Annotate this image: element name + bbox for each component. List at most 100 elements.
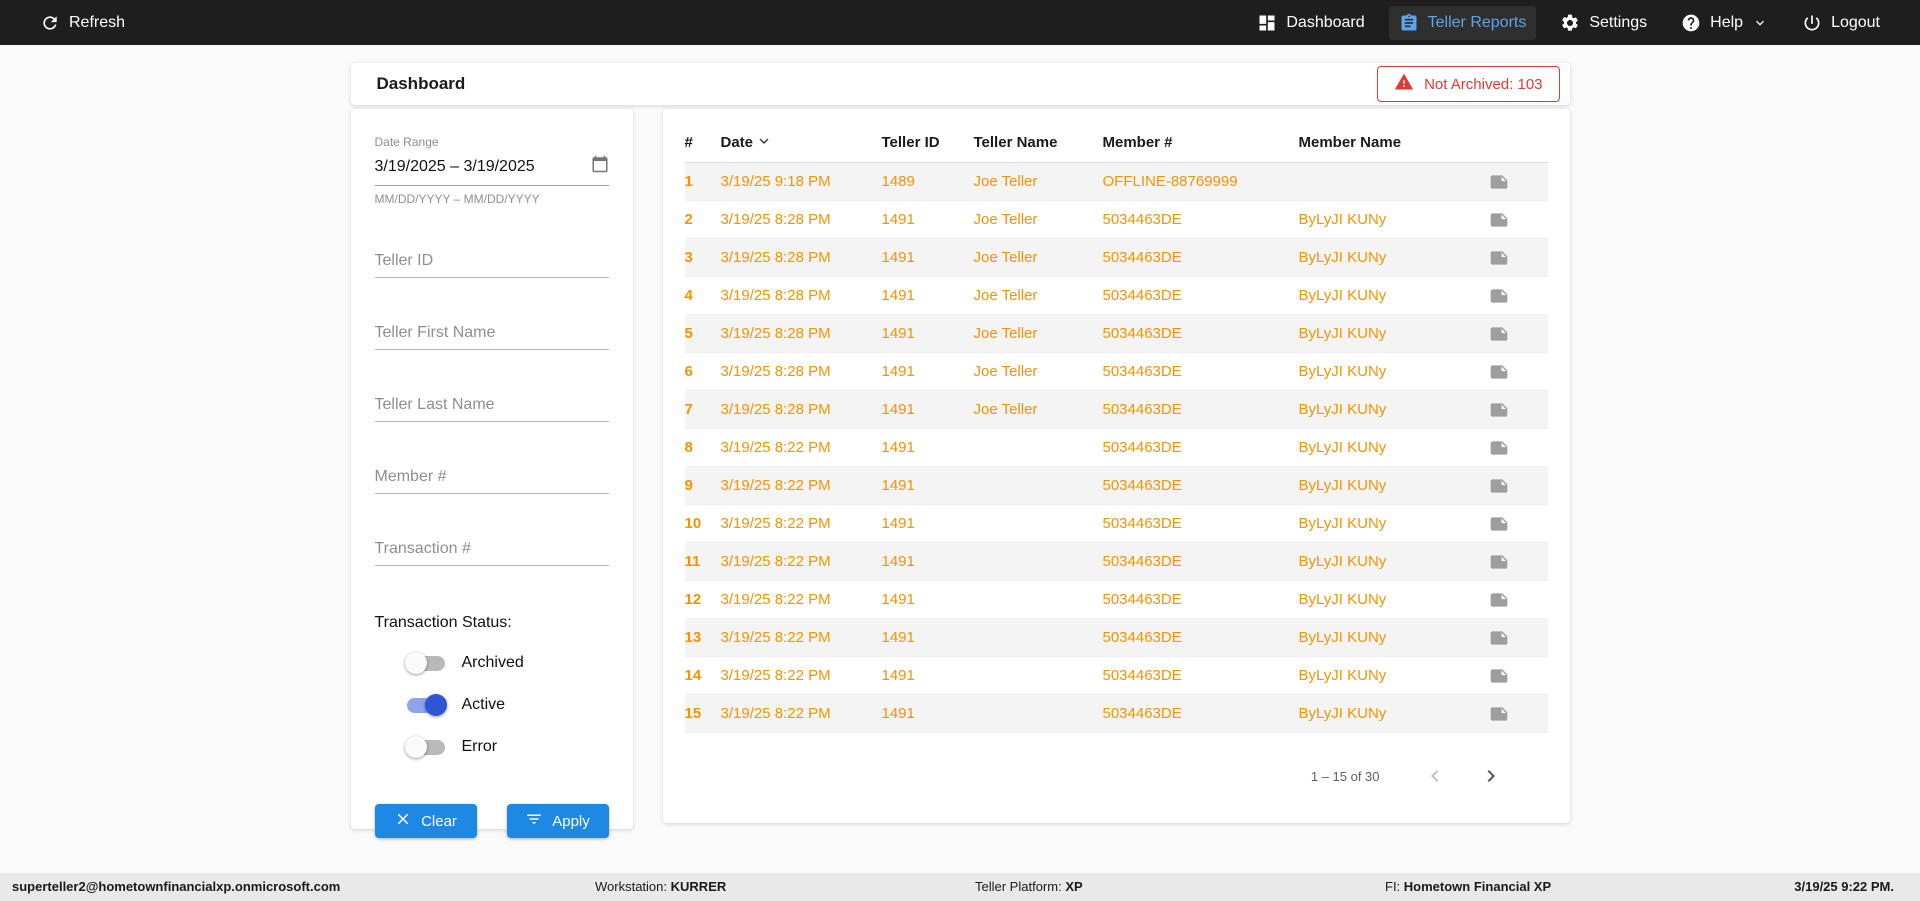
archived-toggle[interactable] xyxy=(404,652,447,674)
cell-member-number: 5034463DE xyxy=(1102,667,1182,684)
cell-date: 3/19/25 8:28 PM xyxy=(720,211,831,228)
cell-member-number: 5034463DE xyxy=(1102,553,1182,570)
note-icon[interactable] xyxy=(1489,400,1548,420)
cell-row-number: 9 xyxy=(684,477,693,494)
footer-platform-value: XP xyxy=(1065,879,1083,894)
cell-date: 3/19/25 8:22 PM xyxy=(720,591,831,608)
cell-row-number: 13 xyxy=(684,629,702,646)
warning-icon xyxy=(1394,72,1414,96)
note-icon[interactable] xyxy=(1489,324,1548,344)
help-icon xyxy=(1681,13,1701,33)
footer-workstation-value: KURRER xyxy=(670,879,727,894)
teller-id-input[interactable] xyxy=(374,248,609,278)
pagination: 1 – 15 of 30 xyxy=(685,763,1548,789)
note-icon[interactable] xyxy=(1489,248,1548,268)
cell-teller-id: 1491 xyxy=(881,591,915,608)
teller-last-name-input[interactable] xyxy=(374,392,609,422)
cell-date: 3/19/25 8:22 PM xyxy=(720,667,831,684)
table-header-row: # Date Teller ID Teller Name Member # Me… xyxy=(684,123,1548,163)
col-header-date-label: Date xyxy=(720,134,754,151)
cell-date: 3/19/25 9:18 PM xyxy=(720,173,831,190)
archived-toggle-label: Archived xyxy=(461,654,524,671)
table-row[interactable]: 15 3/19/25 8:22 PM 1491 5034463DE ByLyJI… xyxy=(684,695,1548,733)
previous-page-button[interactable] xyxy=(1422,763,1448,789)
table-row[interactable]: 6 3/19/25 8:28 PM 1491 Joe Teller 503446… xyxy=(684,353,1548,391)
cell-row-number: 12 xyxy=(684,591,702,608)
note-icon[interactable] xyxy=(1489,438,1548,458)
table-row[interactable]: 10 3/19/25 8:22 PM 1491 5034463DE ByLyJI… xyxy=(684,505,1548,543)
main-area: Dashboard Not Archived: 103 Date Range 3… xyxy=(0,45,1920,873)
note-icon[interactable] xyxy=(1489,514,1548,534)
refresh-button[interactable]: Refresh xyxy=(30,6,135,40)
nav-teller-reports[interactable]: Teller Reports xyxy=(1388,5,1537,40)
date-range-field[interactable]: 3/19/2025 – 3/19/2025 xyxy=(374,149,609,186)
cell-member-number: 5034463DE xyxy=(1102,401,1182,418)
cell-teller-name: Joe Teller xyxy=(973,211,1038,228)
apply-button[interactable]: Apply xyxy=(506,804,609,838)
member-number-input[interactable] xyxy=(374,464,609,494)
cell-date: 3/19/25 8:28 PM xyxy=(720,249,831,266)
nav-settings[interactable]: Settings xyxy=(1550,6,1657,40)
clear-button[interactable]: Clear xyxy=(374,804,477,838)
cell-member-name: ByLyJI KUNy xyxy=(1298,363,1387,380)
footer-fi-value: Hometown Financial XP xyxy=(1403,879,1552,894)
table-row[interactable]: 12 3/19/25 8:22 PM 1491 5034463DE ByLyJI… xyxy=(684,581,1548,619)
cell-row-number: 4 xyxy=(684,287,693,304)
note-icon[interactable] xyxy=(1489,362,1548,382)
col-header-member-num: Member # xyxy=(1102,134,1173,151)
nav-teller-reports-label: Teller Reports xyxy=(1427,13,1527,31)
table-row[interactable]: 4 3/19/25 8:28 PM 1491 Joe Teller 503446… xyxy=(684,277,1548,315)
cell-member-name: ByLyJI KUNy xyxy=(1298,553,1387,570)
table-row[interactable]: 1 3/19/25 9:18 PM 1489 Joe Teller OFFLIN… xyxy=(684,163,1548,201)
note-icon[interactable] xyxy=(1489,210,1548,230)
active-toggle[interactable] xyxy=(405,694,447,716)
note-icon[interactable] xyxy=(1489,590,1548,610)
cell-row-number: 15 xyxy=(684,705,702,722)
nav-help[interactable]: Help xyxy=(1671,6,1778,40)
cell-teller-name: Joe Teller xyxy=(973,325,1038,342)
note-icon[interactable] xyxy=(1489,628,1548,648)
note-icon[interactable] xyxy=(1489,476,1548,496)
cell-member-name: ByLyJI KUNy xyxy=(1298,211,1387,228)
cell-member-name: ByLyJI KUNy xyxy=(1298,591,1387,608)
note-icon[interactable] xyxy=(1489,704,1548,724)
footer-workstation-label: Workstation: xyxy=(595,879,668,894)
table-row[interactable]: 13 3/19/25 8:22 PM 1491 5034463DE ByLyJI… xyxy=(684,619,1548,657)
note-icon[interactable] xyxy=(1489,666,1548,686)
nav-dashboard[interactable]: Dashboard xyxy=(1247,6,1374,40)
status-footer: superteller2@hometownfinancialxp.onmicro… xyxy=(0,873,1920,901)
nav-logout[interactable]: Logout xyxy=(1792,6,1890,40)
table-row[interactable]: 7 3/19/25 8:28 PM 1491 Joe Teller 503446… xyxy=(684,391,1548,429)
teller-first-name-input[interactable] xyxy=(374,320,609,350)
table-row[interactable]: 2 3/19/25 8:28 PM 1491 Joe Teller 503446… xyxy=(684,201,1548,239)
next-page-button[interactable] xyxy=(1478,763,1504,789)
cell-member-name: ByLyJI KUNy xyxy=(1298,401,1387,418)
error-toggle[interactable] xyxy=(404,736,447,758)
cell-member-number: 5034463DE xyxy=(1102,705,1182,722)
table-row[interactable]: 8 3/19/25 8:22 PM 1491 5034463DE ByLyJI … xyxy=(684,429,1548,467)
table-row[interactable]: 3 3/19/25 8:28 PM 1491 Joe Teller 503446… xyxy=(684,239,1548,277)
table-row[interactable]: 14 3/19/25 8:22 PM 1491 5034463DE ByLyJI… xyxy=(684,657,1548,695)
table-row[interactable]: 5 3/19/25 8:28 PM 1491 Joe Teller 503446… xyxy=(684,315,1548,353)
active-toggle-label: Active xyxy=(461,696,506,713)
footer-timestamp: 3/19/25 9:22 PM. xyxy=(1794,879,1894,894)
cell-date: 3/19/25 8:28 PM xyxy=(720,401,831,418)
cell-teller-id: 1491 xyxy=(881,211,915,228)
note-icon[interactable] xyxy=(1489,172,1548,192)
col-header-teller-name: Teller Name xyxy=(973,134,1058,151)
table-row[interactable]: 11 3/19/25 8:22 PM 1491 5034463DE ByLyJI… xyxy=(684,543,1548,581)
table-row[interactable]: 9 3/19/25 8:22 PM 1491 5034463DE ByLyJI … xyxy=(684,467,1548,505)
not-archived-badge[interactable]: Not Archived: 103 xyxy=(1377,66,1560,102)
footer-platform: Teller Platform: XP xyxy=(975,873,1083,901)
cell-row-number: 1 xyxy=(684,173,693,190)
calendar-icon[interactable] xyxy=(591,155,609,178)
transaction-number-input[interactable] xyxy=(374,536,609,566)
toggle-row-active: Active xyxy=(375,694,609,716)
note-icon[interactable] xyxy=(1489,286,1548,306)
date-range-value: 3/19/2025 – 3/19/2025 xyxy=(374,157,535,175)
cell-teller-id: 1491 xyxy=(881,439,915,456)
note-icon[interactable] xyxy=(1489,552,1548,572)
cell-teller-id: 1489 xyxy=(881,173,915,190)
transaction-status-label: Transaction Status: xyxy=(374,614,512,631)
col-header-date[interactable]: Date xyxy=(721,132,882,154)
